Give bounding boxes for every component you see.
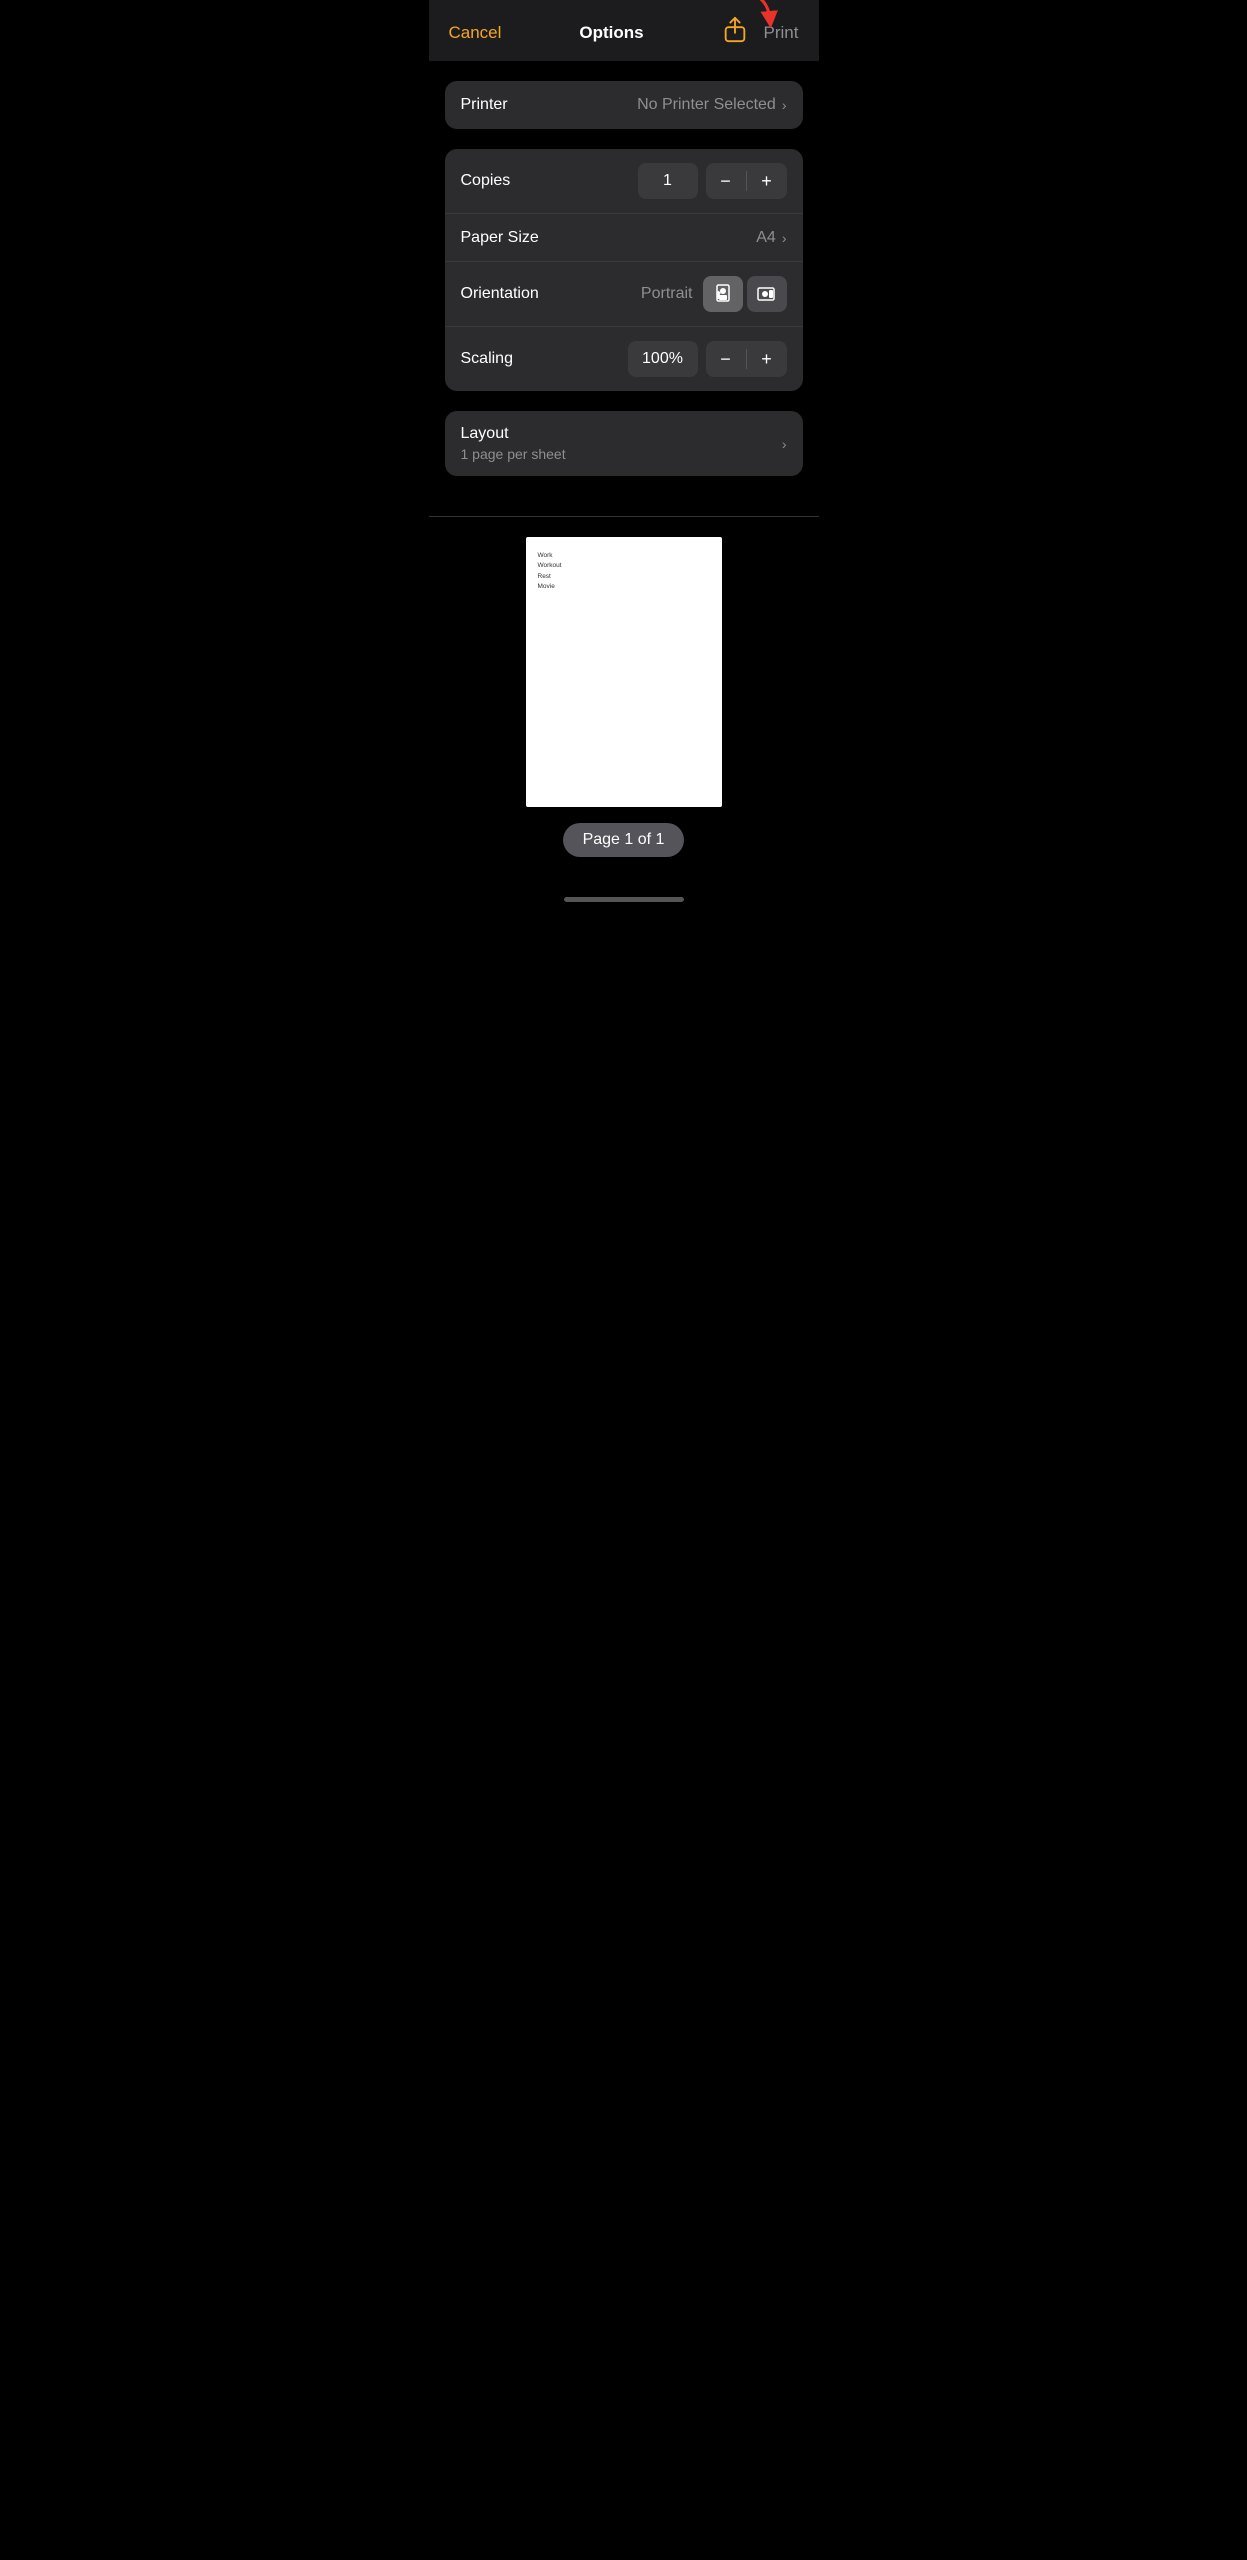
copies-control: − + — [638, 163, 787, 199]
printer-row[interactable]: Printer No Printer Selected › — [445, 81, 803, 129]
preview-line-2: Workout — [538, 561, 710, 571]
copies-input[interactable] — [638, 163, 698, 199]
orientation-label: Orientation — [461, 285, 539, 303]
copies-decrement-button[interactable]: − — [706, 163, 746, 199]
nav-right-actions: Print — [722, 16, 799, 49]
printer-card: Printer No Printer Selected › — [445, 81, 803, 129]
chevron-right-icon: › — [782, 97, 787, 113]
layout-chevron-icon: › — [782, 436, 787, 452]
printer-value: No Printer Selected — [637, 96, 776, 114]
print-preview-area: Work Workout Rest Movie Page 1 of 1 — [429, 517, 819, 887]
copies-increment-button[interactable]: + — [747, 163, 787, 199]
nav-bar: Cancel Options Print — [429, 0, 819, 61]
layout-text-group: Layout 1 page per sheet — [461, 425, 566, 462]
page-indicator-badge: Page 1 of 1 — [563, 823, 685, 857]
orientation-control: Portrait ⬆ — [641, 276, 787, 312]
scaling-decrement-button[interactable]: − — [706, 341, 746, 377]
layout-title: Layout — [461, 425, 566, 443]
preview-content: Work Workout Rest Movie — [538, 551, 710, 593]
paper-size-value: A4 — [756, 229, 776, 247]
portrait-icon: ⬆ — [712, 283, 734, 305]
scaling-input[interactable] — [628, 341, 698, 377]
preview-line-1: Work — [538, 551, 710, 561]
scaling-increment-button[interactable]: + — [747, 341, 787, 377]
home-indicator — [429, 887, 819, 908]
share-button[interactable] — [722, 16, 748, 49]
scaling-row: Scaling − + — [445, 326, 803, 391]
options-card: Copies − + Paper Size A4 › Orientation P… — [445, 149, 803, 391]
printer-label: Printer — [461, 96, 508, 114]
preview-line-4: Movie — [538, 582, 710, 592]
paper-size-row[interactable]: Paper Size A4 › — [445, 213, 803, 261]
layout-row: Layout 1 page per sheet › — [445, 411, 803, 476]
orientation-value: Portrait — [641, 285, 693, 303]
paper-size-chevron-icon: › — [782, 230, 787, 246]
home-bar — [564, 897, 684, 902]
copies-stepper: − + — [706, 163, 787, 199]
preview-line-3: Rest — [538, 572, 710, 582]
paper-preview: Work Workout Rest Movie — [526, 537, 722, 807]
scaling-control: − + — [628, 341, 787, 377]
scaling-stepper: − + — [706, 341, 787, 377]
printer-value-group: No Printer Selected › — [637, 96, 786, 114]
paper-size-value-group: A4 › — [756, 229, 786, 247]
cancel-button[interactable]: Cancel — [449, 23, 502, 43]
portrait-orientation-button[interactable]: ⬆ — [703, 276, 743, 312]
red-arrow-annotation — [730, 0, 780, 28]
copies-label: Copies — [461, 172, 511, 190]
page-title: Options — [509, 23, 713, 43]
landscape-icon — [756, 283, 778, 305]
paper-size-label: Paper Size — [461, 229, 539, 247]
scaling-label: Scaling — [461, 350, 513, 368]
layout-subtitle: 1 page per sheet — [461, 446, 566, 462]
copies-row: Copies − + — [445, 149, 803, 213]
orientation-row: Orientation Portrait ⬆ — [445, 261, 803, 326]
landscape-orientation-button[interactable] — [747, 276, 787, 312]
layout-card[interactable]: Layout 1 page per sheet › — [445, 411, 803, 476]
